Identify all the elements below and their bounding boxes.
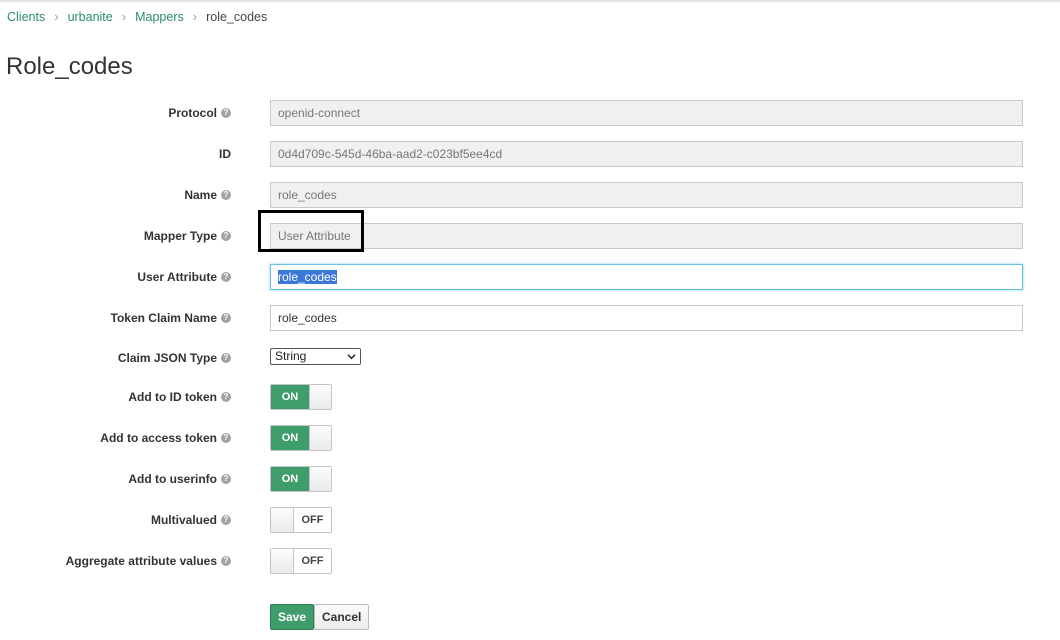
add-to-access-token-row: Add to access token ? ON: [0, 425, 1060, 451]
chevron-down-icon: [347, 354, 356, 360]
toggle-knob: [271, 549, 294, 573]
toggle-knob: [309, 385, 331, 409]
id-field: 0d4d709c-545d-46ba-aad2-c023bf5ee4cd: [270, 141, 1023, 167]
help-icon[interactable]: ?: [221, 353, 231, 363]
breadcrumb-separator-icon: ›: [54, 9, 59, 24]
toggle-knob: [309, 467, 331, 491]
token-claim-name-input[interactable]: role_codes: [270, 305, 1023, 331]
help-icon[interactable]: ?: [221, 231, 231, 241]
mapper-type-label: Mapper Type ?: [144, 223, 231, 249]
help-icon[interactable]: ?: [221, 392, 231, 402]
help-icon[interactable]: ?: [221, 108, 231, 118]
multivalued-row: Multivalued ? OFF: [0, 507, 1060, 533]
toggle-off-label: OFF: [301, 514, 324, 526]
breadcrumb-clients[interactable]: Clients: [7, 10, 45, 24]
name-label: Name ?: [184, 182, 231, 208]
add-to-userinfo-label: Add to userinfo ?: [128, 466, 231, 492]
breadcrumb-separator-icon: ›: [192, 9, 198, 24]
aggregate-attribute-values-toggle[interactable]: OFF: [270, 548, 332, 574]
help-icon[interactable]: ?: [221, 190, 231, 200]
protocol-label: Protocol ?: [168, 100, 231, 126]
claim-json-type-label: Claim JSON Type ?: [118, 345, 231, 371]
add-to-userinfo-toggle[interactable]: ON: [270, 466, 332, 492]
breadcrumb: Clients › urbanite › Mappers › role_code…: [7, 9, 267, 24]
help-icon[interactable]: ?: [221, 313, 231, 323]
toggle-on-label: ON: [271, 467, 309, 491]
breadcrumb-mappers[interactable]: Mappers: [135, 10, 184, 24]
multivalued-toggle[interactable]: OFF: [270, 507, 332, 533]
add-to-id-token-label: Add to ID token ?: [128, 384, 231, 410]
toggle-knob: [271, 508, 294, 532]
aggregate-attribute-values-row: Aggregate attribute values ? OFF: [0, 548, 1060, 574]
breadcrumb-separator-icon: ›: [121, 9, 127, 24]
help-icon[interactable]: ?: [221, 556, 231, 566]
claim-json-type-select[interactable]: String: [270, 348, 361, 365]
aggregate-attribute-values-label: Aggregate attribute values ?: [66, 548, 231, 574]
add-to-access-token-label: Add to access token ?: [100, 425, 231, 451]
protocol-field: openid-connect: [270, 100, 1023, 126]
save-button[interactable]: Save: [270, 604, 315, 630]
name-row: Name ? role_codes: [0, 182, 1060, 208]
user-attribute-label: User Attribute ?: [137, 264, 231, 290]
help-icon[interactable]: ?: [221, 474, 231, 484]
help-icon[interactable]: ?: [221, 433, 231, 443]
id-label: ID: [219, 147, 231, 161]
breadcrumb-client-urbanite[interactable]: urbanite: [68, 10, 113, 24]
add-to-userinfo-row: Add to userinfo ? ON: [0, 466, 1060, 492]
add-to-id-token-row: Add to ID token ? ON: [0, 384, 1060, 410]
mapper-type-field: User Attribute: [270, 223, 1023, 249]
token-claim-name-row: Token Claim Name ? role_codes: [0, 305, 1060, 331]
name-field: role_codes: [270, 182, 1023, 208]
multivalued-label: Multivalued ?: [151, 507, 231, 533]
add-to-id-token-toggle[interactable]: ON: [270, 384, 332, 410]
toggle-on-label: ON: [271, 385, 309, 409]
top-shadow: [0, 0, 1060, 3]
mapper-type-row: Mapper Type ? User Attribute: [0, 223, 1060, 249]
page-title: Role_codes: [6, 53, 133, 80]
toggle-knob: [309, 426, 331, 450]
help-icon[interactable]: ?: [221, 272, 231, 282]
help-icon[interactable]: ?: [221, 515, 231, 525]
breadcrumb-current: role_codes: [206, 9, 268, 24]
add-to-access-token-toggle[interactable]: ON: [270, 425, 332, 451]
selected-text: role_codes: [278, 270, 337, 284]
claim-json-type-row: Claim JSON Type ?: [0, 345, 1060, 371]
toggle-off-label: OFF: [301, 555, 324, 567]
token-claim-name-label: Token Claim Name ?: [111, 305, 231, 331]
toggle-on-label: ON: [271, 426, 309, 450]
user-attribute-row: User Attribute ? role_codes: [0, 264, 1060, 290]
protocol-row: Protocol ? openid-connect: [0, 100, 1060, 126]
id-row: ID 0d4d709c-545d-46ba-aad2-c023bf5ee4cd: [0, 141, 1060, 167]
cancel-button[interactable]: Cancel: [314, 604, 370, 630]
user-attribute-input[interactable]: role_codes: [270, 264, 1023, 290]
